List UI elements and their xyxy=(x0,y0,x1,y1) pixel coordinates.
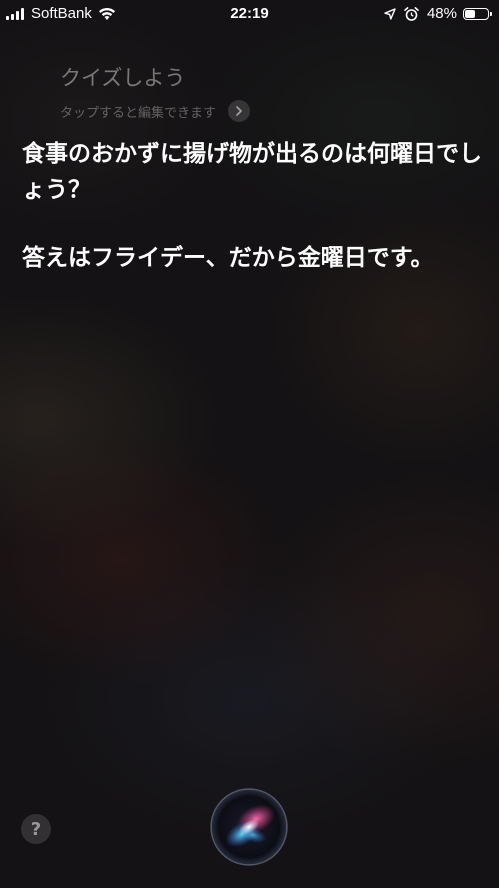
battery-cap xyxy=(490,11,492,16)
edit-hint-label: タップすると編集できます xyxy=(60,105,217,121)
battery-fill xyxy=(465,9,475,18)
response-line-1: 食事のおかずに揚げ物が出るのは何曜日でしょう？ xyxy=(22,141,482,203)
alarm-clock-icon xyxy=(404,6,419,21)
battery-icon xyxy=(463,7,492,20)
chevron-right-icon[interactable] xyxy=(228,100,251,122)
status-right: 48% xyxy=(384,5,492,22)
response-line-2: 答えはフライデー、だから金曜日です。 xyxy=(22,245,434,271)
help-button[interactable]: ? xyxy=(21,814,51,844)
siri-orb-icon[interactable] xyxy=(209,787,289,867)
location-arrow-icon xyxy=(384,7,396,20)
query-text[interactable]: クイズしよう xyxy=(60,62,185,92)
siri-response: 食事のおかずに揚げ物が出るのは何曜日でしょう？ 答えはフライデー、だから金曜日で… xyxy=(22,136,482,276)
status-bar: SoftBank 22:19 48% xyxy=(0,0,499,30)
battery-percent: 48% xyxy=(426,5,457,22)
edit-hint-row[interactable]: タップすると編集できます xyxy=(60,100,251,122)
